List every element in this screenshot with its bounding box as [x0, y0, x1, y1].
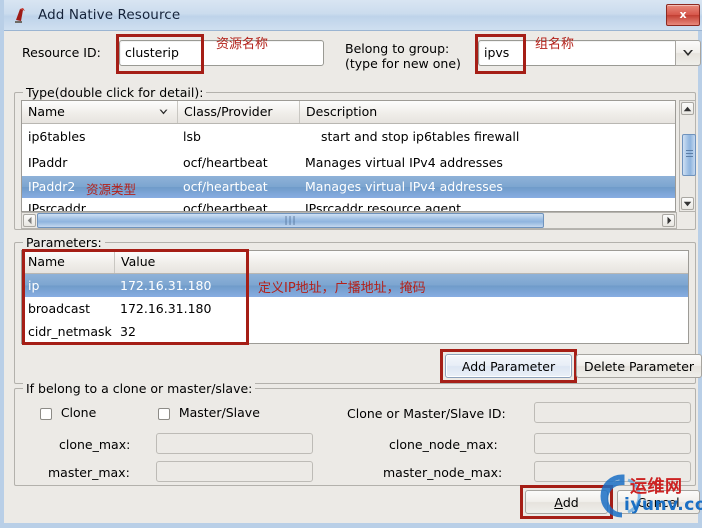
type-section-title: Type(double click for detail):	[23, 85, 207, 100]
chevron-down-icon	[159, 109, 168, 115]
belong-group-dropdown-button[interactable]	[675, 40, 701, 66]
param-row-name: cidr_netmask	[28, 324, 112, 339]
add-button-label: dd	[562, 494, 579, 510]
resource-id-annotation: 资源名称	[216, 37, 269, 52]
type-row-annotation: 资源类型	[86, 182, 137, 197]
resource-id-label: Resource ID:	[22, 45, 101, 60]
delete-parameter-button[interactable]: Delete Parameter	[576, 354, 702, 378]
clone-section-title: If belong to a clone or master/slave:	[23, 381, 256, 396]
window-title: Add Native Resource	[38, 7, 181, 23]
type-row-description: start and stop ip6tables firewall	[321, 129, 520, 144]
add-parameter-button[interactable]: Add Parameter	[445, 354, 572, 378]
type-table-header: Name Class/Provider Description	[22, 101, 675, 124]
parameters-section-title: Parameters:	[23, 235, 105, 250]
table-row[interactable]: broadcast 172.16.31.180	[22, 297, 688, 320]
clone-id-input[interactable]	[534, 402, 691, 423]
type-row-description: Manages virtual IPv4 addresses	[305, 155, 503, 170]
table-row-selected[interactable]: IPaddr2 ocf/heartbeat Manages virtual IP…	[22, 176, 675, 198]
param-col-name[interactable]: Name	[22, 251, 114, 273]
type-table[interactable]: Name Class/Provider Description ip6table…	[21, 100, 676, 212]
belong-group-input[interactable]: ipvs	[478, 40, 675, 66]
table-row-selected[interactable]: ip 172.16.31.180 定义IP地址，广播地址，掩码	[22, 274, 688, 297]
clone-node-max-input[interactable]	[534, 433, 691, 454]
clone-max-label: clone_max:	[59, 437, 131, 452]
master-max-input[interactable]	[156, 461, 313, 482]
type-col-description[interactable]: Description	[299, 101, 675, 123]
chevron-down-icon	[683, 50, 693, 56]
type-row-provider: ocf/heartbeat	[183, 201, 268, 212]
type-row-name: IPaddr	[28, 155, 68, 170]
type-col-name-label: Name	[28, 104, 65, 119]
clone-checkbox-row[interactable]: Clone	[40, 405, 96, 420]
clone-max-input[interactable]	[156, 433, 313, 454]
type-row-provider: ocf/heartbeat	[183, 155, 268, 170]
type-col-provider[interactable]: Class/Provider	[177, 101, 299, 123]
table-row[interactable]: ip6tables lsb start and stop ip6tables f…	[22, 124, 675, 150]
caret-right-icon[interactable]	[662, 214, 675, 227]
master-node-max-input[interactable]	[534, 461, 691, 482]
type-row-provider: ocf/heartbeat	[183, 179, 268, 194]
type-table-scroll-thumb[interactable]	[682, 134, 696, 176]
add-native-resource-dialog: Add Native Resource x Resource ID: clust…	[0, 0, 702, 528]
table-row[interactable]: IPaddr ocf/heartbeat Manages virtual IPv…	[22, 150, 675, 176]
title-bar: Add Native Resource x	[4, 0, 702, 31]
table-row[interactable]: cidr_netmask 32	[22, 320, 688, 343]
add-button-mnemonic: A	[554, 494, 563, 510]
clone-checkbox-label: Clone	[60, 405, 97, 420]
parameters-table[interactable]: Name Value ip 172.16.31.180 定义IP地址，广播地址，…	[21, 250, 689, 344]
belong-group-label-line1: Belong to group:	[345, 41, 450, 56]
app-icon	[12, 6, 32, 24]
master-max-label: master_max:	[48, 465, 130, 480]
parameters-annotation: 定义IP地址，广播地址，掩码	[258, 281, 426, 296]
clone-id-label: Clone or Master/Slave ID:	[347, 406, 506, 421]
caret-down-icon[interactable]	[681, 197, 694, 210]
clone-node-max-label: clone_node_max:	[389, 437, 498, 452]
param-row-name: broadcast	[28, 301, 90, 316]
belong-group-label: Belong to group: (type for new one)	[345, 41, 461, 71]
caret-left-icon[interactable]	[23, 214, 36, 227]
master-node-max-label: master_node_max:	[383, 465, 503, 480]
type-row-description: Manages virtual IPv4 addresses	[305, 179, 503, 194]
type-row-description: IPsrcaddr resource agent	[305, 201, 462, 212]
add-button[interactable]: Add	[525, 490, 608, 514]
type-row-name: ip6tables	[28, 129, 86, 144]
type-table-hscroll-thumb[interactable]: |||	[37, 213, 544, 228]
param-row-name: ip	[28, 278, 40, 293]
type-table-vertical-scrollbar[interactable]	[679, 100, 696, 212]
belong-group-annotation: 组名称	[535, 37, 575, 52]
type-col-name[interactable]: Name	[22, 101, 177, 123]
master-slave-checkbox[interactable]	[158, 407, 170, 420]
clone-checkbox[interactable]	[40, 407, 52, 420]
master-slave-checkbox-row[interactable]: Master/Slave	[158, 405, 260, 420]
caret-up-icon[interactable]	[681, 102, 694, 115]
param-row-value: 32	[120, 324, 136, 339]
parameters-table-header: Name Value	[22, 251, 688, 274]
param-row-value: 172.16.31.180	[120, 301, 212, 316]
type-row-provider: lsb	[183, 129, 201, 144]
master-slave-checkbox-label: Master/Slave	[178, 405, 260, 420]
close-icon[interactable]: x	[666, 4, 700, 26]
param-col-value[interactable]: Value	[114, 251, 688, 273]
belong-group-label-line2: (type for new one)	[345, 56, 461, 71]
cancel-button[interactable]: Cancel	[617, 490, 700, 514]
type-table-horizontal-scrollbar[interactable]: |||	[21, 212, 677, 229]
